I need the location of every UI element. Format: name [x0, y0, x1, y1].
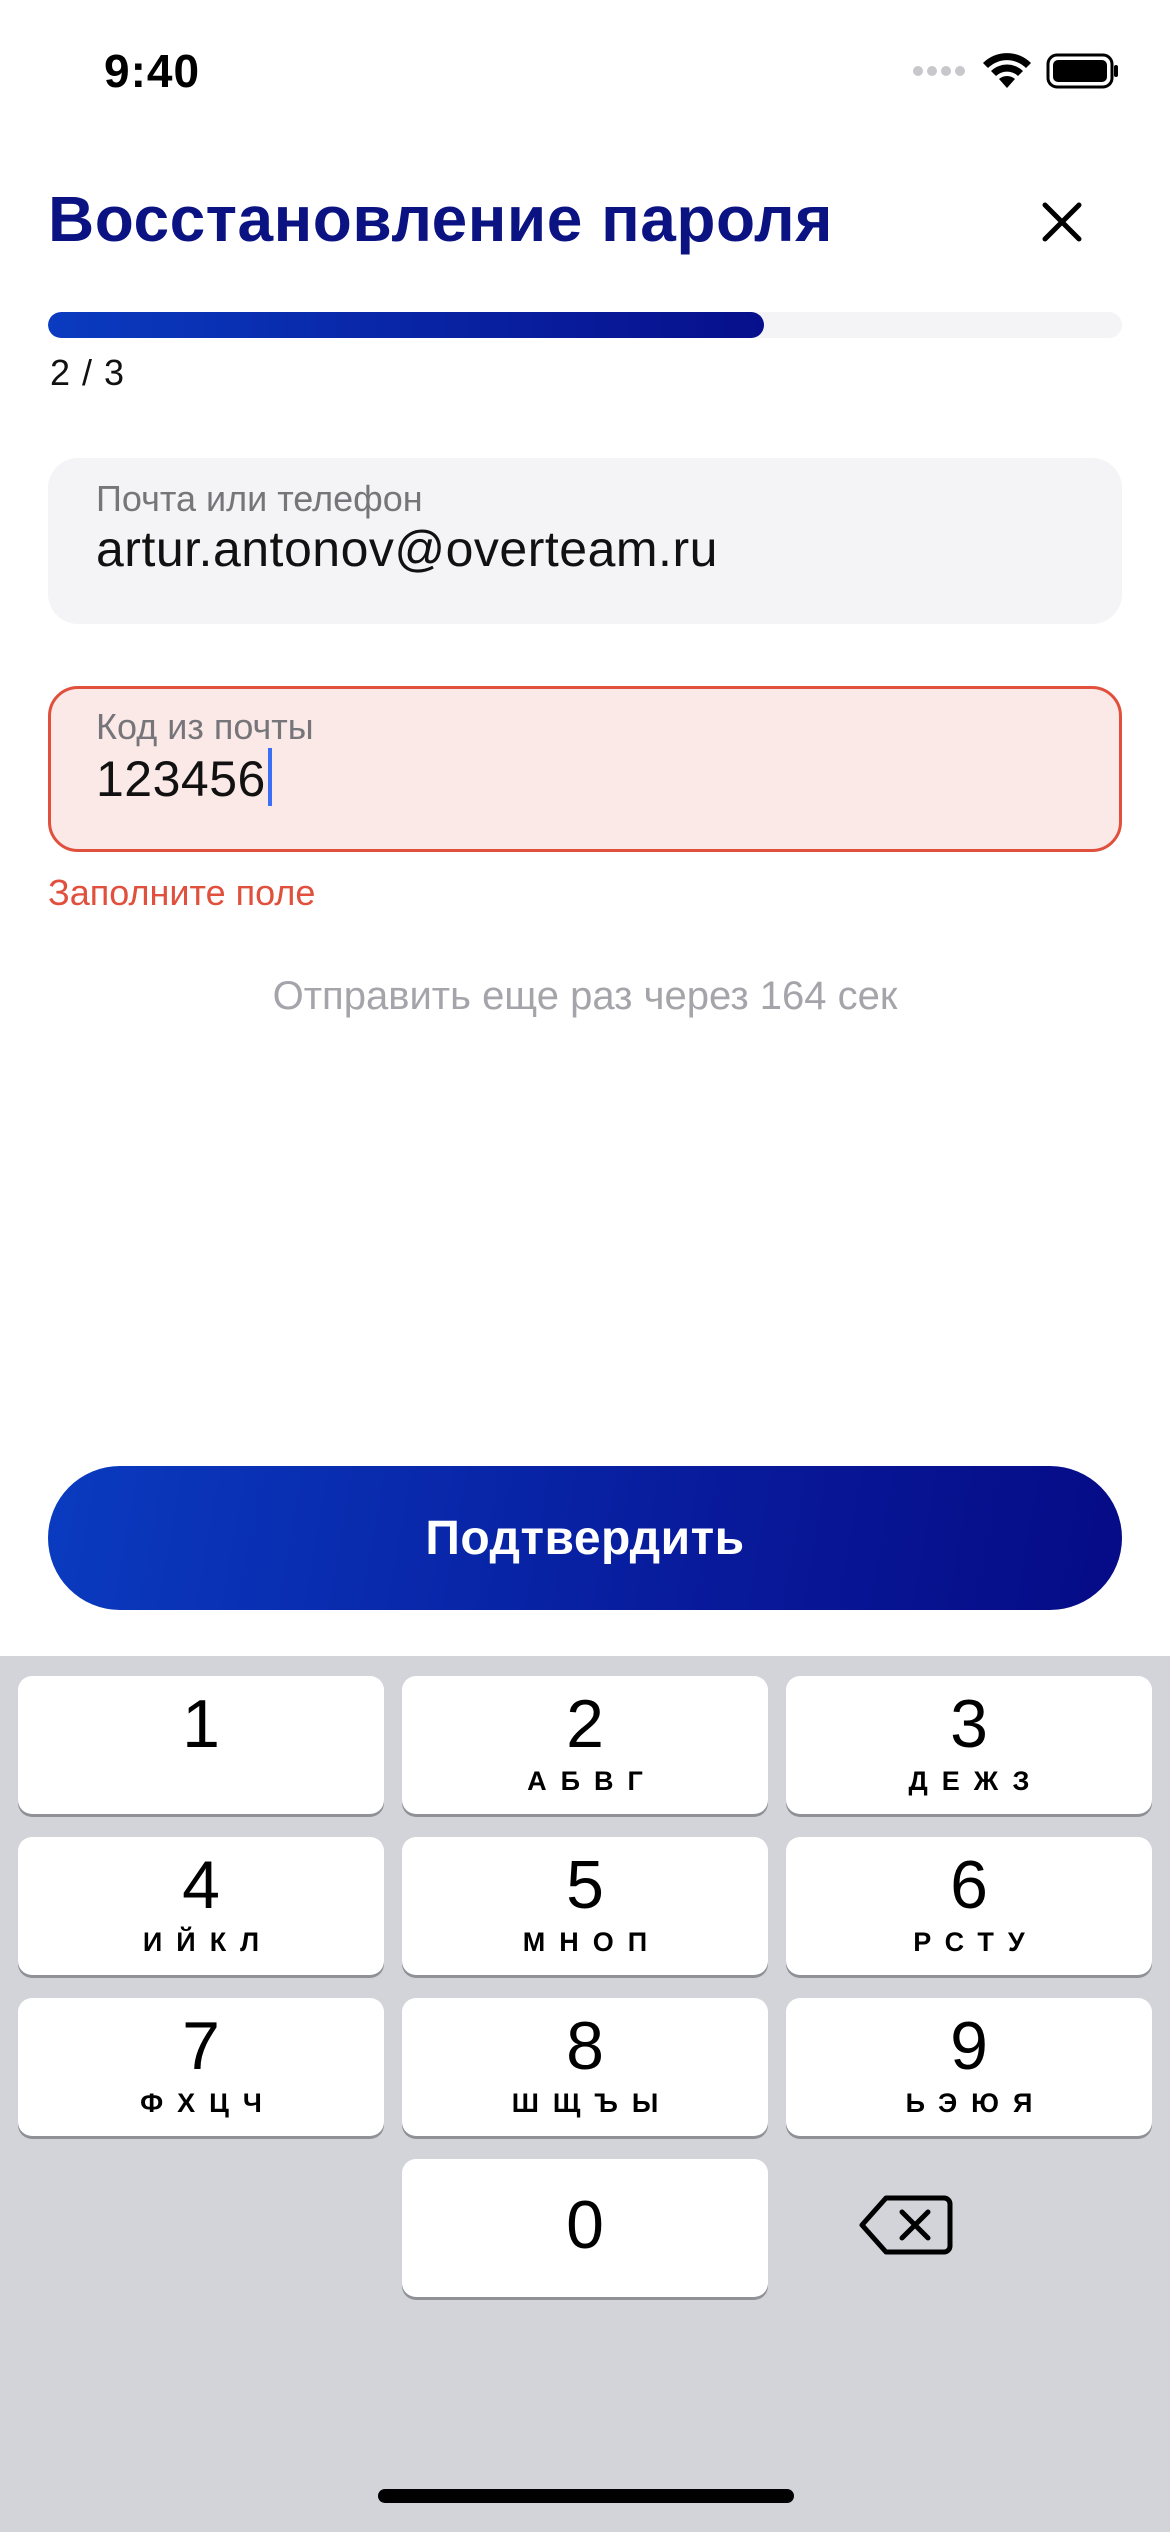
resend-timer-text: Отправить еще раз через 164 сек [272, 974, 898, 1018]
key-3[interactable]: 3 ДЕЖЗ [786, 1676, 1152, 1814]
key-digit: 2 [566, 1686, 604, 1762]
key-letters: АБВГ [527, 1766, 657, 1796]
key-digit: 3 [950, 1686, 988, 1762]
status-icons [912, 52, 1120, 90]
close-button[interactable] [1030, 190, 1094, 254]
key-letters: МНОП [522, 1927, 662, 1957]
confirm-button[interactable]: Подтвердить [48, 1466, 1122, 1610]
battery-icon [1046, 53, 1118, 89]
key-digit: 9 [950, 2008, 988, 2084]
backspace-icon[interactable] [856, 2190, 956, 2260]
text-caret [267, 748, 272, 806]
progress-label: 2 / 3 [50, 352, 126, 393]
key-2[interactable]: 2 АБВГ [402, 1676, 768, 1814]
key-1[interactable]: 1 [18, 1676, 384, 1814]
key-7[interactable]: 7 ФХЦЧ [18, 1998, 384, 2136]
email-field-value[interactable]: artur.antonov@overteam.ru [96, 520, 718, 578]
key-9[interactable]: 9 ЬЭЮЯ [786, 1998, 1152, 2136]
key-0[interactable]: 0 [402, 2159, 768, 2297]
wifi-icon [983, 53, 1031, 88]
code-field-value[interactable]: 123456 [96, 751, 266, 807]
key-digit: 7 [182, 2008, 220, 2084]
key-digit: 6 [950, 1847, 988, 1923]
key-letters: ДЕЖЗ [908, 1766, 1044, 1796]
email-field[interactable]: Почта или телефон artur.antonov@overteam… [48, 458, 1122, 624]
signal-icon [913, 66, 965, 76]
key-8[interactable]: 8 ШЩЪЫ [402, 1998, 768, 2136]
key-4[interactable]: 4 ИЙКЛ [18, 1837, 384, 1975]
code-field[interactable]: Код из почты 123456 [48, 686, 1122, 852]
close-icon[interactable] [1042, 202, 1082, 242]
key-letters: ШЩЪЫ [511, 2088, 673, 2118]
key-6[interactable]: 6 РСТУ [786, 1837, 1152, 1975]
progress-bar [48, 312, 1122, 338]
key-digit: 4 [182, 1847, 220, 1923]
key-letters: РСТУ [913, 1927, 1039, 1957]
backspace-key[interactable] [856, 2190, 956, 2260]
key-letters: ФХЦЧ [140, 2088, 276, 2118]
key-letters: ИЙКЛ [142, 1927, 274, 1957]
key-letters: ЬЭЮЯ [905, 2088, 1047, 2118]
email-field-label: Почта или телефон [96, 478, 423, 519]
key-5[interactable]: 5 МНОП [402, 1837, 768, 1975]
home-indicator [378, 2489, 794, 2503]
key-digit: 5 [566, 1847, 604, 1923]
code-field-value-wrap[interactable]: 123456 [96, 748, 272, 808]
status-time: 9:40 [104, 45, 201, 97]
key-digit: 1 [182, 1686, 220, 1762]
key-digit: 8 [566, 2008, 604, 2084]
page-title: Восстановление пароля [48, 183, 833, 255]
code-error-message: Заполните поле [48, 872, 316, 913]
key-digit: 0 [566, 2187, 604, 2263]
code-field-label: Код из почты [96, 706, 314, 747]
progress-fill [48, 312, 765, 338]
